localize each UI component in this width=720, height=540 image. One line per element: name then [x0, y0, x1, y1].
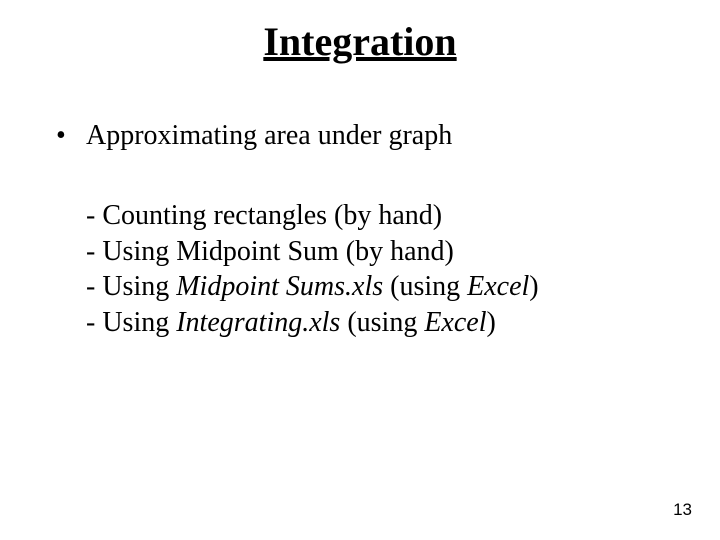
list-item-italic: Integrating.xls: [176, 307, 340, 338]
list-item-text: - Using Midpoint Sum (by hand): [86, 236, 454, 267]
bullet-dot-icon: •: [56, 118, 86, 154]
list-item-text: (using: [383, 271, 467, 302]
list-item: - Using Midpoint Sums.xls (using Excel): [86, 269, 666, 305]
page-number: 13: [673, 500, 692, 520]
slide: Integration • Approximating area under g…: [0, 0, 720, 540]
list-item: - Using Midpoint Sum (by hand): [86, 234, 666, 270]
list-item-text: (using: [340, 307, 424, 338]
list-item-italic: Excel: [424, 307, 486, 338]
list-item-text: ): [529, 271, 538, 302]
slide-body: • Approximating area under graph - Count…: [56, 118, 666, 341]
list-item-text: ): [487, 307, 496, 338]
sub-list: - Counting rectangles (by hand) - Using …: [86, 198, 666, 341]
list-item: - Using Integrating.xls (using Excel): [86, 305, 666, 341]
slide-title: Integration: [0, 18, 720, 65]
bullet-text: Approximating area under graph: [86, 118, 666, 154]
list-item: - Counting rectangles (by hand): [86, 198, 666, 234]
list-item-italic: Excel: [467, 271, 529, 302]
list-item-text: - Counting rectangles (by hand): [86, 200, 442, 231]
list-item-text: - Using: [86, 271, 176, 302]
list-item-italic: Midpoint Sums.xls: [176, 271, 383, 302]
list-item-text: - Using: [86, 307, 176, 338]
bullet-item: • Approximating area under graph: [56, 118, 666, 154]
